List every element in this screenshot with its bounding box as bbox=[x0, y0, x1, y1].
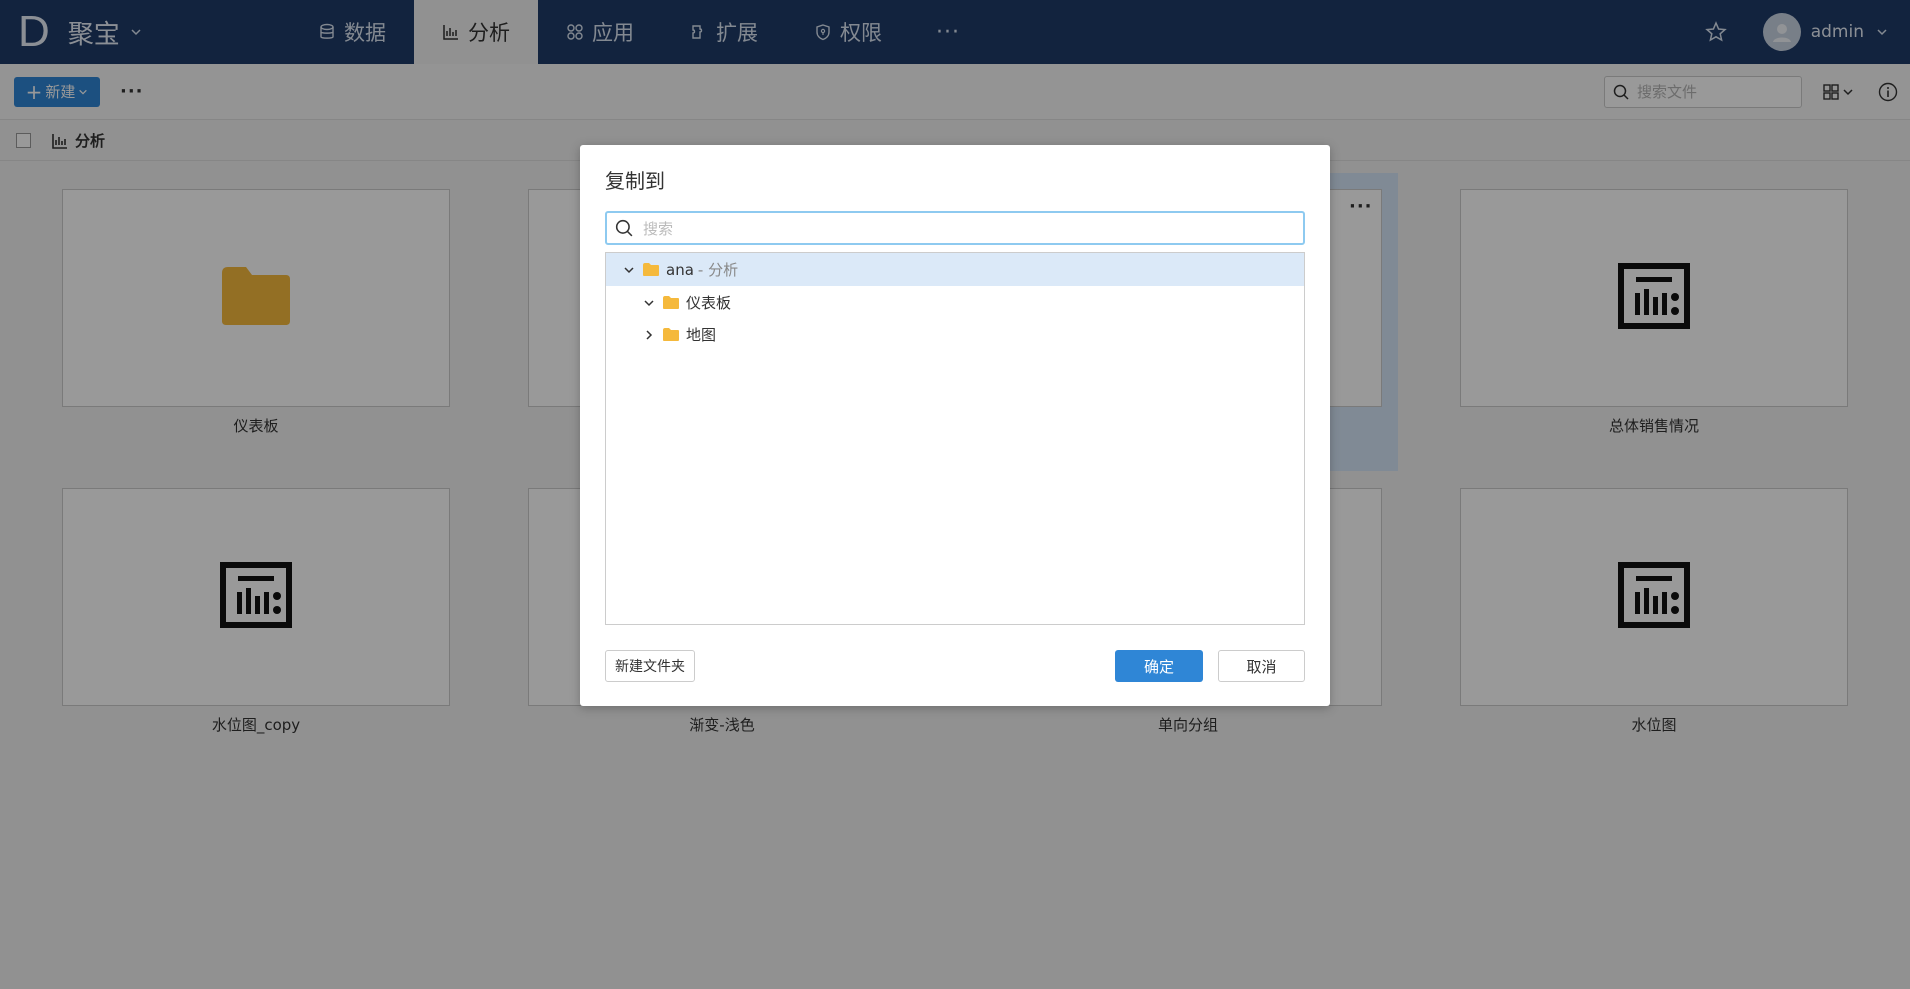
tree-node-label: 地图 bbox=[686, 326, 717, 344]
folder-icon bbox=[642, 262, 660, 277]
cancel-button[interactable]: 取消 bbox=[1218, 650, 1305, 682]
tree-node-sublabel: - 分析 bbox=[697, 261, 739, 279]
tree-node-dashboard[interactable]: 仪表板 bbox=[606, 286, 1304, 319]
dialog-title: 复制到 bbox=[605, 169, 665, 193]
copy-to-dialog: 复制到 搜索 ana - 分析 仪表板 地图 新建文件夹 确定 取消 bbox=[580, 145, 1330, 706]
chevron-down-icon[interactable] bbox=[622, 264, 636, 276]
dialog-search-input[interactable]: 搜索 bbox=[605, 211, 1305, 245]
folder-icon bbox=[662, 295, 680, 310]
tree-node-map[interactable]: 地图 bbox=[606, 318, 1304, 351]
dialog-search-placeholder: 搜索 bbox=[643, 219, 674, 238]
folder-icon bbox=[662, 327, 680, 342]
new-folder-button[interactable]: 新建文件夹 bbox=[605, 650, 695, 682]
tree-node-label: 仪表板 bbox=[686, 294, 732, 312]
chevron-right-icon[interactable] bbox=[642, 329, 656, 341]
search-icon bbox=[615, 219, 633, 237]
confirm-button[interactable]: 确定 bbox=[1115, 650, 1203, 682]
tree-node-ana[interactable]: ana - 分析 bbox=[606, 253, 1304, 286]
chevron-down-icon[interactable] bbox=[642, 297, 656, 309]
folder-tree: ana - 分析 仪表板 地图 bbox=[605, 252, 1305, 625]
tree-node-label: ana bbox=[666, 260, 694, 279]
